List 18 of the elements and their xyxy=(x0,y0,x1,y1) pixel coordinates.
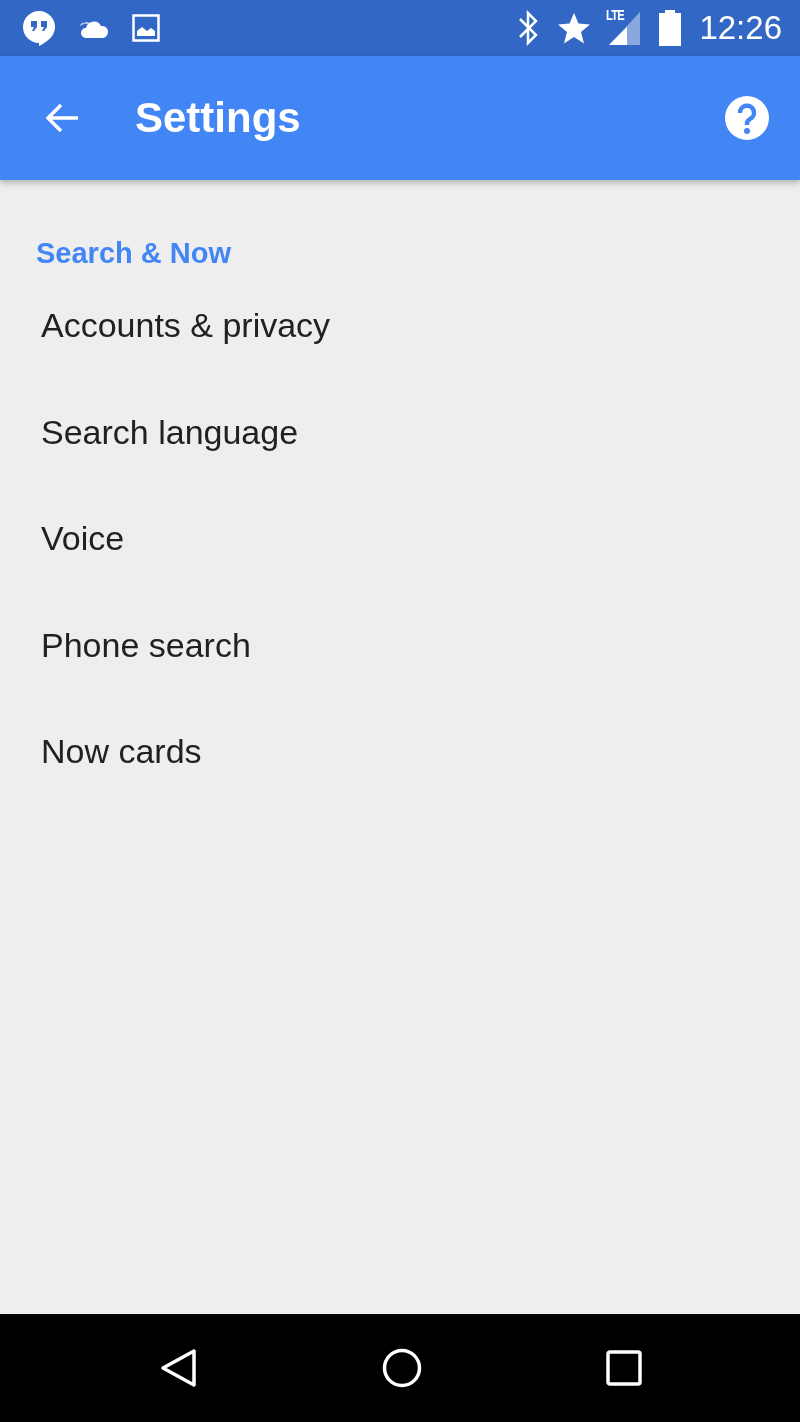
settings-item[interactable]: Search language xyxy=(0,378,800,485)
back-icon[interactable] xyxy=(158,1348,198,1388)
home-icon[interactable] xyxy=(382,1348,422,1388)
screen-title: Settings xyxy=(135,94,302,142)
image-icon xyxy=(132,14,160,42)
battery-icon xyxy=(659,10,682,46)
section-header: Search & Now xyxy=(35,236,232,271)
settings-item[interactable]: Voice xyxy=(0,485,800,592)
settings-item[interactable]: Now cards xyxy=(0,698,800,805)
recents-icon[interactable] xyxy=(606,1350,642,1386)
back-arrow-icon[interactable] xyxy=(44,102,80,134)
help-icon[interactable] xyxy=(724,95,770,141)
bluetooth-icon xyxy=(517,9,540,47)
settings-item[interactable]: Phone search xyxy=(0,591,800,698)
chat-bubble-icon xyxy=(22,10,56,46)
star-icon xyxy=(557,12,592,44)
clock-time: 12:26 xyxy=(699,9,782,47)
settings-item[interactable]: Accounts & privacy xyxy=(0,272,800,379)
